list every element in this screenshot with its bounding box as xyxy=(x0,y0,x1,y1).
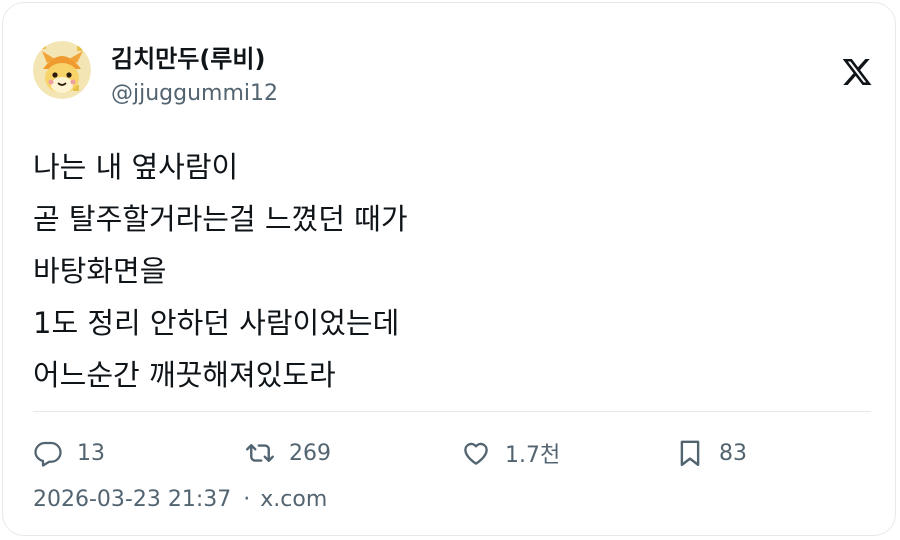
like-button[interactable]: 1.7천 xyxy=(461,435,560,471)
author-display-name[interactable]: 김치만두(루비) xyxy=(111,39,265,74)
bookmark-icon xyxy=(680,440,700,467)
tweet-line: 곧 탈주할거라는걸 느꼈던 때가 xyxy=(33,202,408,236)
reply-button[interactable]: 13 xyxy=(33,435,105,471)
tweet-card: 김치만두(루비) @jjuggummi12 나는 내 옆사람이 곧 탈주할거라는… xyxy=(2,2,896,536)
retweet-icon xyxy=(246,444,274,462)
reply-icon xyxy=(34,441,62,467)
bookmark-count: 83 xyxy=(719,440,747,466)
heart-icon xyxy=(464,442,488,465)
x-logo-icon[interactable] xyxy=(841,56,873,88)
avatar-image xyxy=(33,41,91,99)
retweet-count: 269 xyxy=(289,440,331,466)
timestamp[interactable]: 2026-03-23 21:37 xyxy=(33,487,231,512)
author-handle[interactable]: @jjuggummi12 xyxy=(111,81,278,106)
tweet-meta: 2026-03-23 21:37 · x.com xyxy=(33,487,327,512)
like-count: 1.7천 xyxy=(505,443,561,468)
tweet-text: 나는 내 옆사람이 곧 탈주할거라는걸 느꼈던 때가 바탕화면을 1도 정리 안… xyxy=(33,141,408,401)
tweet-line: 나는 내 옆사람이 xyxy=(33,150,239,184)
source-link[interactable]: x.com xyxy=(260,487,327,512)
tweet-line: 바탕화면을 xyxy=(33,254,167,288)
avatar[interactable] xyxy=(33,41,91,99)
tweet-line: 어느순간 깨끗해져있도라 xyxy=(33,358,336,392)
divider xyxy=(33,411,871,412)
reply-count: 13 xyxy=(77,440,105,466)
meta-separator: · xyxy=(243,487,251,512)
retweet-button[interactable]: 269 xyxy=(245,435,331,471)
bookmark-button[interactable]: 83 xyxy=(675,435,747,471)
tweet-line: 1도 정리 안하던 사람이었는데 xyxy=(33,306,400,340)
